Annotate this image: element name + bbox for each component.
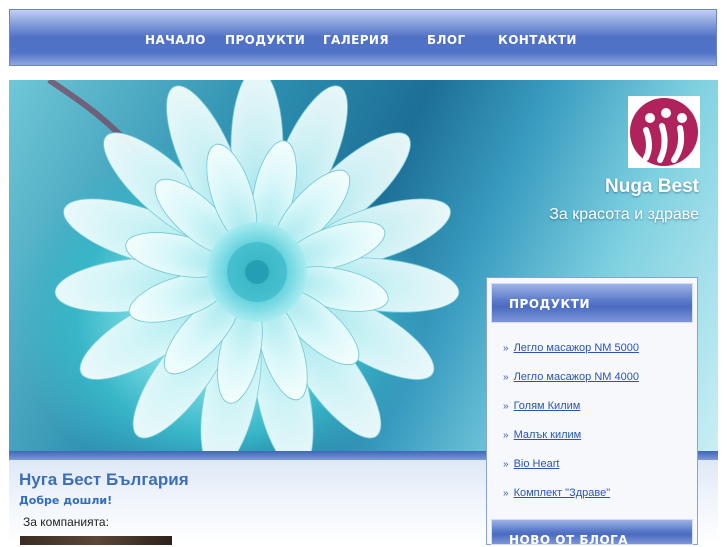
bullet-icon: » bbox=[503, 401, 509, 412]
company-photo bbox=[20, 536, 172, 545]
list-item: » Комплект "Здраве" bbox=[503, 487, 639, 516]
bullet-icon: » bbox=[503, 488, 509, 499]
product-link[interactable]: Голям Килим bbox=[514, 400, 581, 412]
nav-products[interactable]: ПРОДУКТИ bbox=[225, 33, 305, 47]
list-item: » Легло масажор NM 4000 bbox=[503, 371, 639, 400]
nav-home[interactable]: НАЧАЛО bbox=[145, 33, 206, 47]
top-navigation: НАЧАЛО ПРОДУКТИ ГАЛЕРИЯ БЛОГ КОНТАКТИ bbox=[9, 9, 717, 66]
product-link[interactable]: Bio Heart bbox=[514, 458, 560, 470]
welcome-heading: Добре дошли! bbox=[19, 494, 113, 507]
bullet-icon: » bbox=[503, 343, 509, 354]
products-heading: ПРОДУКТИ bbox=[491, 283, 693, 323]
product-list: » Легло масажор NM 5000 » Легло масажор NM… bbox=[503, 342, 639, 516]
blog-news-heading: НОВО ОТ БЛОГА bbox=[491, 519, 693, 547]
list-item: » Голям Килим bbox=[503, 400, 639, 429]
nuga-best-logo-icon[interactable] bbox=[628, 96, 700, 168]
product-link[interactable]: Комплект "Здраве" bbox=[514, 487, 611, 499]
about-company-label: За компанията: bbox=[23, 515, 109, 529]
product-link[interactable]: Легло масажор NM 5000 bbox=[514, 342, 639, 354]
list-item: » Малък килим bbox=[503, 429, 639, 458]
bullet-icon: » bbox=[503, 459, 509, 470]
brand-tagline: За красота и здраве bbox=[549, 206, 699, 223]
brand-name: Nuga Best bbox=[605, 176, 699, 197]
nav-contacts[interactable]: КОНТАКТИ bbox=[498, 33, 577, 47]
bullet-icon: » bbox=[503, 372, 509, 383]
product-link[interactable]: Малък килим bbox=[514, 429, 582, 441]
list-item: » Легло масажор NM 5000 bbox=[503, 342, 639, 371]
bullet-icon: » bbox=[503, 430, 509, 441]
page-title: Нуга Бест България bbox=[19, 470, 189, 489]
product-link[interactable]: Легло масажор NM 4000 bbox=[514, 371, 639, 383]
nav-gallery[interactable]: ГАЛЕРИЯ bbox=[323, 33, 389, 47]
nav-blog[interactable]: БЛОГ bbox=[427, 33, 466, 47]
list-item: » Bio Heart bbox=[503, 458, 639, 487]
